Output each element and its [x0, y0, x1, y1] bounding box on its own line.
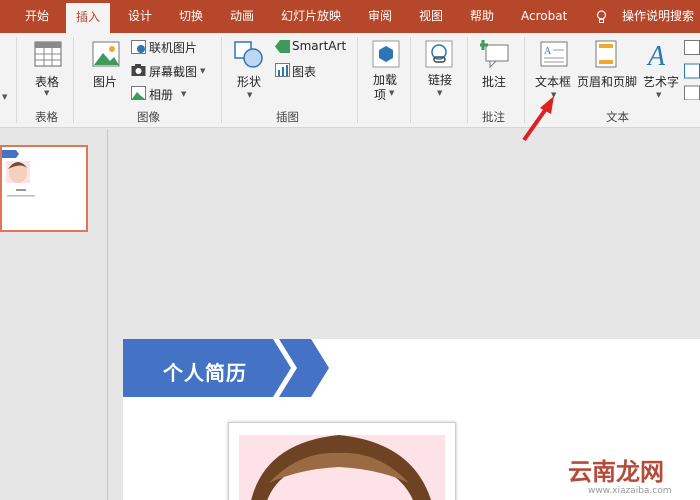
lightbulb-icon [596, 10, 607, 23]
tell-me-search[interactable]: 操作说明搜索 [622, 0, 694, 33]
album-button[interactable]: 相册 [149, 86, 173, 103]
chevron-down-icon: ▼ [44, 89, 50, 97]
watermark-text: 云南龙网 [568, 458, 664, 486]
watermark-url: www.xiazaiba.com [588, 486, 672, 496]
online-picture-icon[interactable] [131, 40, 146, 54]
group-label-tables: 表格 [35, 110, 58, 124]
group-label-images: 图像 [137, 110, 160, 124]
table-button[interactable]: 表格 [35, 73, 59, 90]
picture-button[interactable]: 图片 [93, 73, 117, 90]
link-icon[interactable] [425, 40, 453, 68]
comment-icon[interactable] [480, 40, 510, 68]
red-arrow-annotation [522, 96, 554, 142]
banner-title[interactable]: 个人简历 [163, 357, 247, 386]
chevron-down-icon: ▼ [2, 93, 8, 101]
chevron-down-icon: ▼ [389, 89, 395, 97]
wordart-button[interactable]: 艺术字 [643, 73, 679, 90]
comment-button[interactable]: 批注 [482, 73, 506, 90]
chevron-down-icon: ▼ [200, 67, 206, 75]
header-footer-icon[interactable] [595, 40, 617, 68]
table-icon[interactable] [34, 41, 62, 67]
tab-design[interactable]: 设计 [128, 0, 152, 33]
tab-acrobat[interactable]: Acrobat [521, 0, 567, 33]
chart-icon[interactable] [275, 63, 290, 77]
svg-text:A: A [544, 46, 552, 57]
svg-text:A: A [646, 41, 666, 69]
textbox-icon[interactable]: A [540, 41, 568, 67]
smartart-button[interactable]: SmartArt [292, 39, 346, 53]
slide-thumbnail[interactable] [0, 145, 88, 232]
addins-button-line2[interactable]: 项 [374, 86, 386, 103]
online-picture-button[interactable]: 联机图片 [149, 39, 197, 56]
album-icon[interactable] [131, 86, 146, 100]
tab-animations[interactable]: 动画 [230, 0, 254, 33]
tab-slideshow[interactable]: 幻灯片放映 [281, 0, 341, 33]
text-more-icon[interactable] [684, 40, 700, 100]
profile-photo[interactable] [228, 422, 456, 500]
shapes-button[interactable]: 形状 [237, 73, 261, 90]
group-label-illustrations: 插图 [276, 110, 299, 124]
tab-help[interactable]: 帮助 [470, 0, 494, 33]
slide-thumbnail-pane [0, 129, 108, 500]
tab-view[interactable]: 视图 [419, 0, 443, 33]
slide-thumbnail-preview [2, 150, 35, 197]
chevron-down-icon: ▼ [181, 90, 187, 98]
screenshot-icon[interactable] [131, 63, 146, 77]
shapes-icon[interactable] [233, 40, 265, 70]
chevron-down-icon: ▼ [437, 89, 443, 97]
group-label-text: 文本 [606, 110, 629, 124]
link-button[interactable]: 链接 [428, 71, 452, 88]
tab-insert[interactable]: 插入 [66, 3, 111, 33]
chevron-down-icon: ▼ [656, 91, 662, 99]
tab-home[interactable]: 开始 [25, 0, 49, 33]
header-footer-button[interactable]: 页眉和页脚 [577, 73, 637, 90]
chevron-down-icon: ▼ [247, 91, 253, 99]
tab-transitions[interactable]: 切换 [179, 0, 203, 33]
picture-icon[interactable] [92, 41, 120, 67]
watermark: 云南龙网 www.xiazaiba.com [562, 440, 700, 500]
screenshot-button[interactable]: 屏幕截图 [149, 63, 197, 80]
group-label-comments: 批注 [482, 110, 505, 124]
addins-icon[interactable] [372, 40, 400, 68]
smartart-icon[interactable] [275, 40, 290, 53]
ribbon-tab-bar: 开始 插入 设计 切换 动画 幻灯片放映 审阅 视图 帮助 Acrobat 操作… [0, 0, 700, 33]
chart-button[interactable]: 图表 [292, 63, 316, 80]
ribbon: ▼ 表格 ▼ 表格 图片 联机图片 屏幕截图 ▼ 相册 ▼ 图像 形状 ▼ Sm… [0, 33, 700, 128]
portrait-image [239, 435, 445, 500]
wordart-icon[interactable]: A [646, 39, 672, 69]
textbox-button[interactable]: 文本框 [535, 73, 571, 90]
tab-review[interactable]: 审阅 [368, 0, 392, 33]
